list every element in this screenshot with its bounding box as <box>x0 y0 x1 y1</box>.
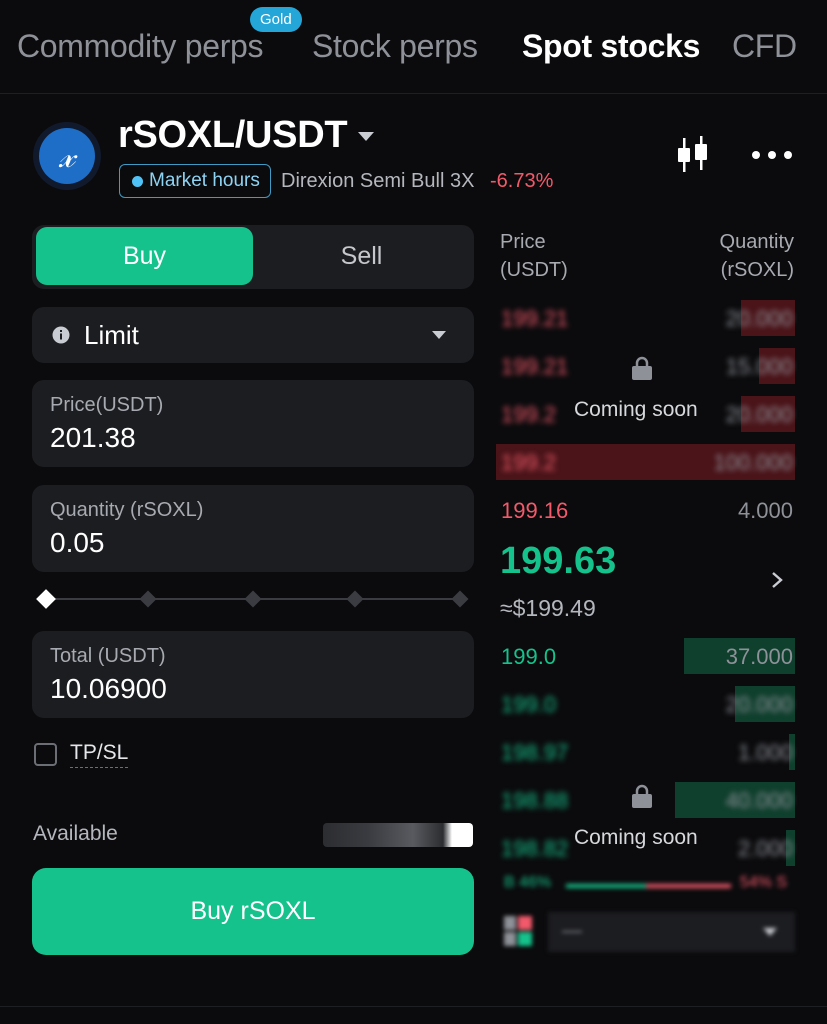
buy-submit-button[interactable]: Buy rSOXL <box>32 868 474 955</box>
ratio-bar-ask <box>646 884 731 888</box>
ask-row[interactable]: 199.16 4.000 <box>496 490 795 530</box>
last-price: 199.63 <box>500 540 617 582</box>
tab-spot-stocks[interactable]: Spot stocks <box>522 28 700 65</box>
bid-row[interactable]: 199.0 37.000 <box>496 636 795 676</box>
more-options-icon[interactable] <box>750 148 794 162</box>
asks-coming-soon: Coming soon <box>574 398 698 421</box>
ask-price: 199.16 <box>501 498 569 523</box>
quantity-input[interactable]: Quantity (rSOXL) 0.05 <box>32 485 474 572</box>
side-toggle: Buy Sell <box>32 225 474 289</box>
ask-quantity: 15.000 <box>725 354 793 379</box>
token-logo: 𝓍 <box>33 122 101 190</box>
ask-quantity: 20.000 <box>725 306 793 331</box>
bid-price: 199.0 <box>501 644 557 669</box>
available-label: Available <box>33 822 118 845</box>
total-value[interactable]: 10.06900 <box>50 673 167 705</box>
candlestick-chart-icon[interactable] <box>674 136 712 174</box>
ask-row[interactable]: 199.2 100.000 <box>496 442 795 482</box>
ask-price: 199.2 <box>501 450 557 475</box>
order-type-label: Limit <box>84 320 139 350</box>
price-label: Price(USDT) <box>50 394 164 416</box>
bid-row[interactable]: 198.97 1.000 <box>496 732 795 772</box>
ask-quantity: 20.000 <box>725 402 793 427</box>
depth-precision-select[interactable]: — <box>548 912 795 952</box>
tab-cfd[interactable]: CFD <box>732 28 797 65</box>
orderbook-mode-icon[interactable] <box>502 914 534 948</box>
orderbook-quantity-header: Quantity (rSOXL) <box>720 228 794 284</box>
ask-price: 199.21 <box>501 306 569 331</box>
bid-quantity: 2.000 <box>737 836 793 861</box>
asset-name: Direxion Semi Bull 3X <box>281 170 475 192</box>
chevron-down-icon <box>763 928 777 936</box>
slider-step-100[interactable] <box>451 590 469 608</box>
total-label: Total (USDT) <box>50 645 166 667</box>
market-hours-label: Market hours <box>149 170 260 191</box>
orderbook-price-header: Price (USDT) <box>500 228 568 284</box>
buy-tab[interactable]: Buy <box>36 227 253 285</box>
tpsl-label[interactable]: TP/SL <box>70 741 129 768</box>
bid-quantity: 40.000 <box>725 788 793 813</box>
bids-coming-soon: Coming soon <box>574 826 698 849</box>
bid-price: 199.0 <box>501 692 557 717</box>
price-value[interactable]: 201.38 <box>50 422 136 454</box>
pair-title[interactable]: rSOXL/USDT <box>118 114 348 157</box>
orderbook-price-header-text: Price (USDT) <box>500 231 568 281</box>
lock-icon <box>632 784 652 808</box>
status-dot-icon <box>132 175 143 187</box>
total-input[interactable]: Total (USDT) 10.06900 <box>32 631 474 718</box>
info-icon[interactable] <box>52 326 70 344</box>
price-input[interactable]: Price(USDT) 201.38 <box>32 380 474 467</box>
ask-row[interactable]: 199.21 20.000 <box>496 298 795 338</box>
ask-price: 199.2 <box>501 402 557 427</box>
market-tabs: Commodity perps Gold Stock perps Spot st… <box>0 0 827 94</box>
last-price-usd: ≈$199.49 <box>500 595 596 621</box>
bid-price: 198.97 <box>501 740 569 765</box>
slider-handle[interactable] <box>36 589 56 609</box>
bid-quantity: 1.000 <box>737 740 793 765</box>
bottom-divider <box>0 1006 827 1007</box>
orderbook-quantity-header-text: Quantity (rSOXL) <box>719 231 794 281</box>
order-type-select[interactable]: Limit <box>32 307 474 363</box>
ask-price: 199.21 <box>501 354 569 379</box>
ratio-bid-text: B 46% <box>504 874 552 891</box>
sell-tab[interactable]: Sell <box>253 227 470 285</box>
bid-row[interactable]: 199.0 20.000 <box>496 684 795 724</box>
bid-quantity: 37.000 <box>725 644 793 669</box>
depth-precision-value: — <box>562 920 582 942</box>
price-change: -6.73% <box>490 170 554 192</box>
available-balance-redacted <box>323 823 473 847</box>
quantity-value[interactable]: 0.05 <box>50 527 105 559</box>
gold-badge: Gold <box>250 7 302 32</box>
slider-step-50[interactable] <box>244 590 262 608</box>
bid-quantity: 20.000 <box>725 692 793 717</box>
buy-sell-ratio: B 46% 54% S <box>496 874 795 898</box>
token-logo-letter: 𝓍 <box>39 128 95 184</box>
slider-step-75[interactable] <box>346 590 364 608</box>
chevron-down-icon <box>432 331 446 339</box>
ask-quantity: 4.000 <box>737 498 793 523</box>
amount-slider[interactable] <box>36 589 469 609</box>
market-hours-badge: Market hours <box>119 164 271 198</box>
ratio-ask-text: 54% S <box>739 874 787 891</box>
pair-dropdown-icon[interactable] <box>358 132 374 141</box>
tab-commodity-perps[interactable]: Commodity perps <box>17 28 264 65</box>
bid-price: 198.82 <box>501 836 569 861</box>
ratio-bar-bid <box>566 884 646 888</box>
bid-price: 198.88 <box>501 788 569 813</box>
lock-icon <box>632 356 652 380</box>
ask-quantity: 100.000 <box>713 450 793 475</box>
tab-stock-perps[interactable]: Stock perps <box>312 28 478 65</box>
chevron-right-icon[interactable] <box>770 571 784 589</box>
tpsl-checkbox[interactable] <box>34 743 57 766</box>
slider-step-25[interactable] <box>139 590 157 608</box>
quantity-label: Quantity (rSOXL) <box>50 499 204 521</box>
